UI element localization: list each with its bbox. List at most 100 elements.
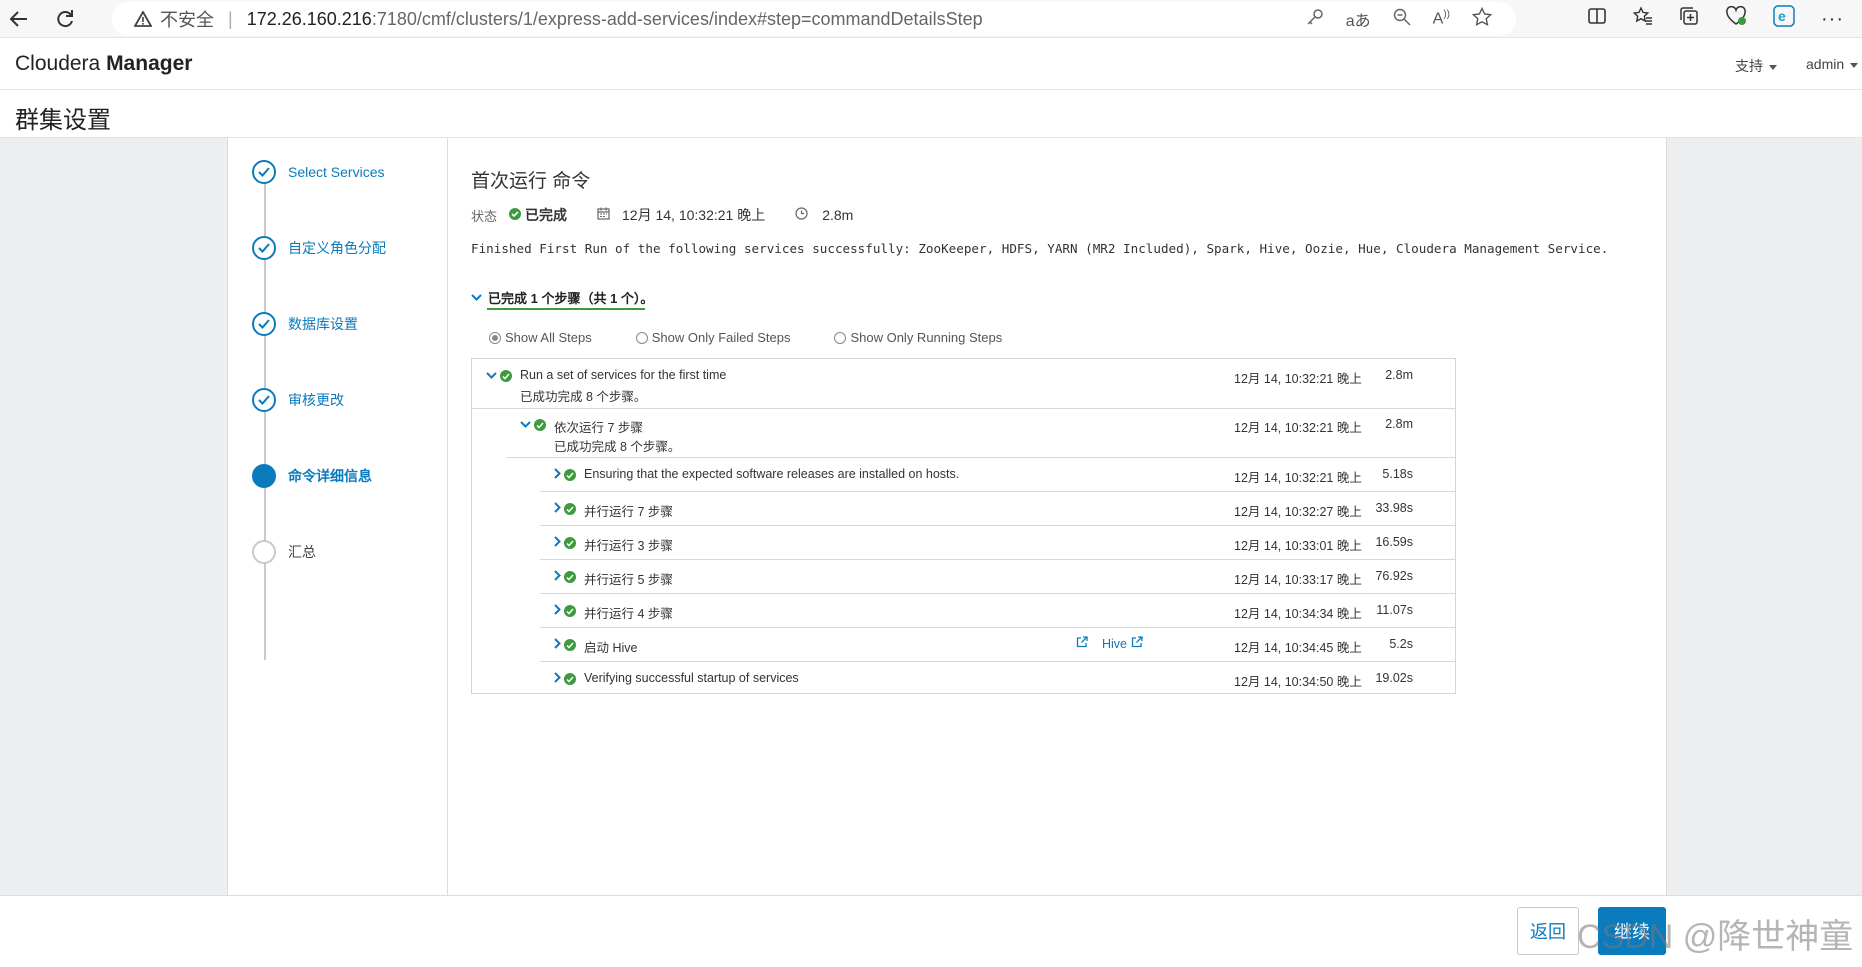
external-link-icon [1131,636,1143,648]
refresh-icon[interactable] [50,4,80,34]
duration: 2.8m [822,207,854,223]
back-button[interactable]: 返回 [1517,907,1579,955]
filter-failed-steps[interactable]: Show Only Failed Steps [635,330,790,345]
support-menu[interactable]: 支持 [1735,56,1777,76]
wizard-step-role-assignment[interactable]: 自定义角色分配 [252,236,386,260]
wizard-footer: 返回 继续 CSDN @降世神童 [0,895,1862,967]
chevron-right-icon[interactable] [554,501,562,516]
status-label: 状态 [471,208,498,224]
chevron-right-icon[interactable] [554,637,562,652]
address-bar[interactable]: 不安全 | 172.26.160.216 :7180/cmf/clusters/… [112,2,1516,36]
favorite-star-icon[interactable] [1471,6,1493,32]
chevron-right-icon[interactable] [554,603,562,618]
chevron-right-icon[interactable] [554,569,562,584]
step-row-root[interactable]: Run a set of services for the first time… [472,359,1455,408]
step-row-child[interactable]: 并行运行 7 步骤 12月 14, 10:32:27 晚上 33.98s [472,492,1455,525]
chevron-right-icon[interactable] [554,671,562,686]
step-timestamp: 12月 14, 10:32:21 晚上 [1234,471,1362,485]
wizard-step-label: 汇总 [288,544,316,560]
step-duration: 5.18s [1382,467,1413,481]
back-arrow-icon[interactable] [4,4,34,34]
step-duration: 5.2s [1389,637,1413,651]
steps-table: Run a set of services for the first time… [471,358,1456,694]
insecure-label: 不安全 [160,10,214,30]
page-title-bar: 群集设置 [0,90,1862,138]
step-row-child[interactable]: 并行运行 5 步骤 12月 14, 10:33:17 晚上 76.92s [472,560,1455,593]
step-subtitle: 已成功完成 8 个步骤。 [520,390,647,404]
wizard-step-database[interactable]: 数据库设置 [252,312,358,336]
chevron-down-icon[interactable] [520,417,531,432]
svg-text:e: e [1778,8,1786,24]
result-message: Finished First Run of the following serv… [471,241,1609,256]
key-icon[interactable] [1306,8,1324,31]
step-row-sequence[interactable]: 依次运行 7 步骤 已成功完成 8 个步骤。 12月 14, 10:32:21 … [472,409,1455,457]
edge-icon[interactable]: e [1773,5,1795,33]
more-menu-icon[interactable]: ··· [1821,8,1844,31]
step-name: Verifying successful startup of services [584,671,799,685]
app-header: Cloudera Manager 支持 admin [0,38,1862,90]
step-row-child[interactable]: Verifying successful startup of services… [472,662,1455,695]
step-timestamp: 12月 14, 10:34:34 晚上 [1234,607,1362,621]
favorites-icon[interactable] [1632,6,1653,32]
success-check-icon [564,503,576,515]
start-time: 12月 14, 10:32:21 晚上 [622,207,766,223]
external-link-icon[interactable] [1076,636,1088,651]
step-duration: 11.07s [1376,603,1413,617]
steps-summary-toggle[interactable]: 已完成 1 个步骤（共 1 个）。 [471,288,653,307]
step-duration: 76.92s [1375,569,1413,583]
chevron-down-icon[interactable] [486,368,497,383]
wizard-step-command-details[interactable]: 命令详细信息 [252,464,372,488]
step-name: 并行运行 5 步骤 [584,573,673,587]
success-check-icon [509,207,522,223]
collections-icon[interactable] [1679,6,1699,32]
status-value: 已完成 [525,207,568,223]
read-aloud-icon[interactable]: A)) [1433,9,1450,28]
wizard-step-select-services[interactable]: Select Services [252,160,384,184]
check-circle-icon [252,160,276,184]
step-duration: 33.98s [1375,501,1413,515]
step-timestamp: 12月 14, 10:34:45 晚上 [1234,641,1362,655]
success-check-icon [564,571,576,583]
filter-label: Show Only Running Steps [850,330,1003,345]
hive-link[interactable]: Hive [1102,636,1143,651]
active-step-dot-icon [252,464,276,488]
wizard-panel: Select Services 自定义角色分配 数据库设置 审核更改 命令详细信… [227,138,1667,895]
step-row-child[interactable]: 并行运行 4 步骤 12月 14, 10:34:34 晚上 11.07s [472,594,1455,627]
chevron-right-icon[interactable] [554,467,562,482]
address-separator: | [228,8,233,29]
watermark: CSDN @降世神童 [1577,918,1854,956]
url-path: :7180/cmf/clusters/1/express-add-service… [371,8,983,29]
clock-icon [795,207,808,223]
step-row-child[interactable]: Ensuring that the expected software rele… [472,458,1455,491]
radio-icon [635,331,648,344]
step-filters: Show All Steps Show Only Failed Steps Sh… [489,330,1046,345]
zoom-out-icon[interactable] [1393,8,1411,31]
wizard-step-review[interactable]: 审核更改 [252,388,344,412]
step-name: 启动 Hive [584,641,638,655]
translate-icon[interactable]: aあ [1346,7,1371,31]
step-timestamp: 12月 14, 10:33:01 晚上 [1234,539,1362,553]
step-row-child[interactable]: 启动 Hive Hive 12月 14, 10:34:45 晚上 5.2s [472,628,1455,661]
browser-essentials-icon[interactable] [1725,5,1747,32]
command-details: 首次运行 命令 状态 已完成 12月 14, 10:32:21 晚上 2.8m … [449,138,1667,895]
user-menu[interactable]: admin [1806,56,1859,72]
chevron-right-icon[interactable] [554,535,562,550]
brand-logo[interactable]: Cloudera Manager [15,52,192,76]
summary-progress-underline [487,308,645,310]
hive-link-label: Hive [1102,637,1128,651]
step-name: 依次运行 7 步骤 [554,421,643,435]
step-row-child[interactable]: 并行运行 3 步骤 12月 14, 10:33:01 晚上 16.59s [472,526,1455,559]
success-check-icon [564,605,576,617]
check-circle-icon [252,236,276,260]
wizard-step-summary: 汇总 [252,540,316,564]
success-check-icon [534,419,546,431]
pending-step-dot-icon [252,540,276,564]
split-screen-icon[interactable] [1587,6,1607,32]
wizard-step-label: 审核更改 [288,392,344,408]
step-name: Run a set of services for the first time [520,368,727,382]
warning-icon [134,11,152,27]
status-row: 状态 已完成 12月 14, 10:32:21 晚上 2.8m [471,205,853,225]
filter-running-steps[interactable]: Show Only Running Steps [834,330,1002,345]
filter-all-steps[interactable]: Show All Steps [489,330,592,345]
filter-label: Show All Steps [505,330,592,345]
